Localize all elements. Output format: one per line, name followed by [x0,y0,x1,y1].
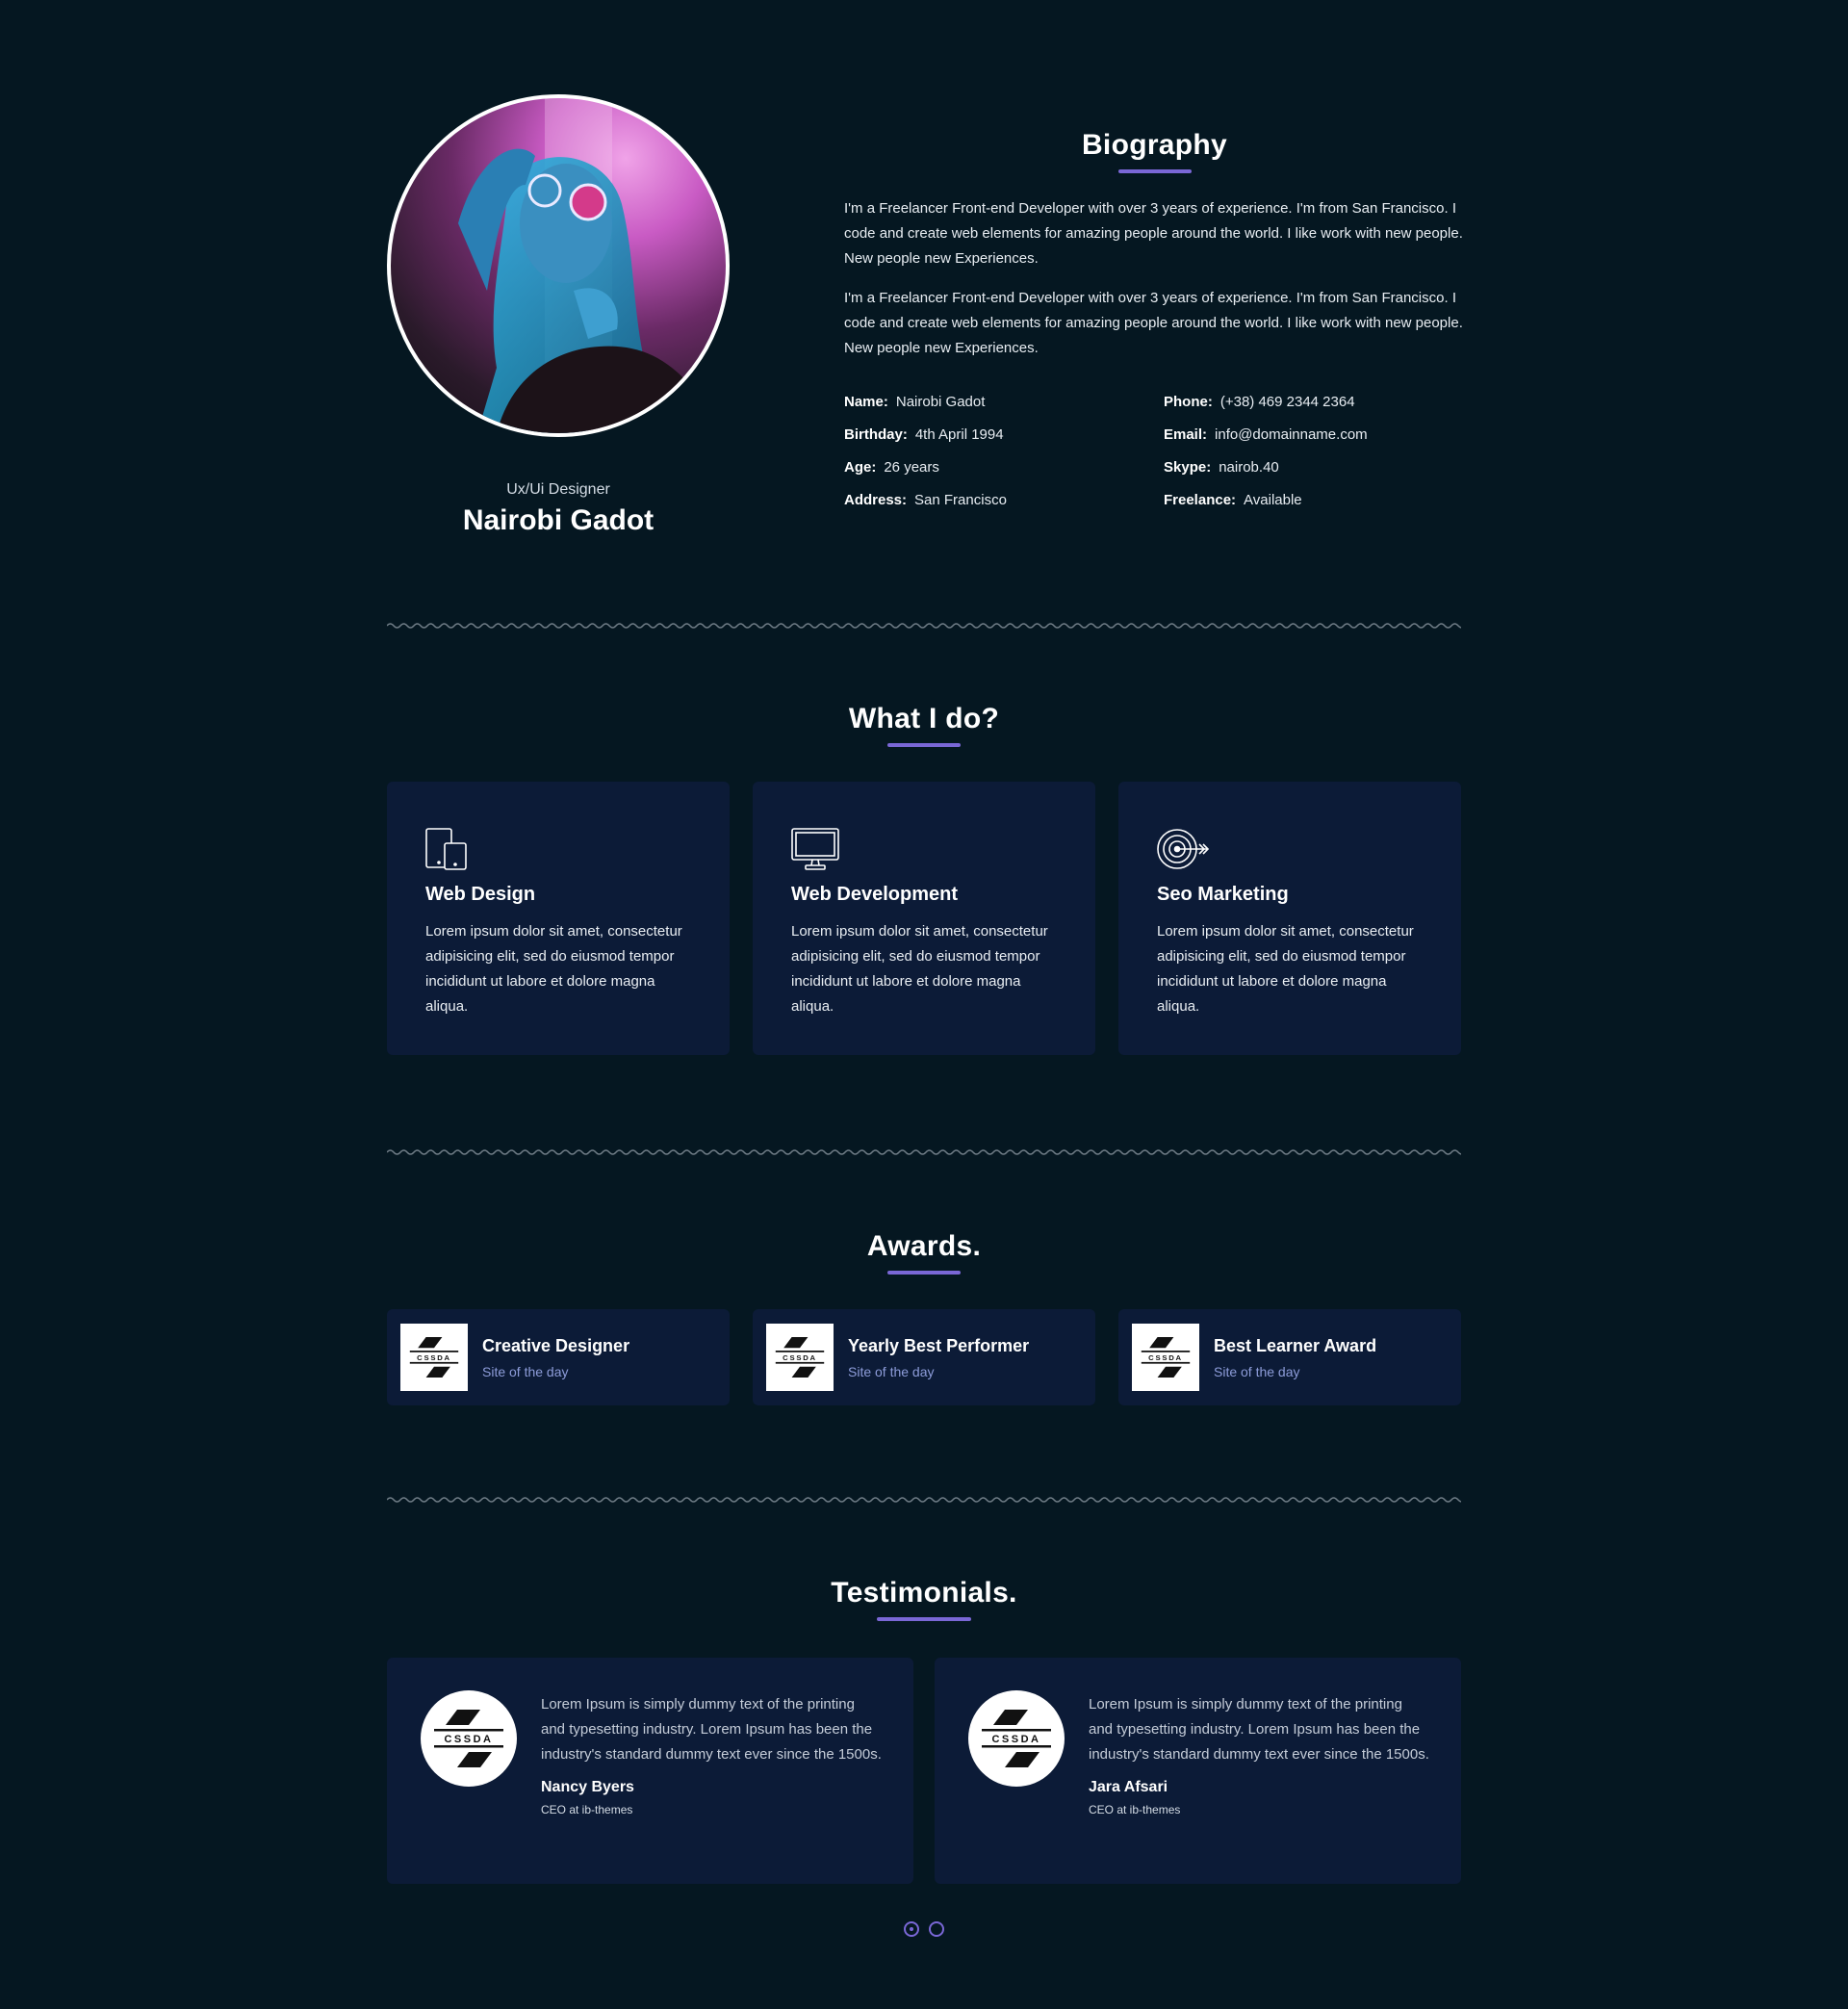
service-title: Seo Marketing [1157,884,1289,905]
svg-text:CSSDA: CSSDA [991,1734,1040,1745]
award-title: Yearly Best Performer [848,1335,1030,1355]
service-title: Web Design [425,884,536,905]
about-section: Ux/Ui Designer Nairobi Gadot Biography I… [387,94,1463,547]
award-card: CSSDA Best Learner Award Site of the day [1118,1309,1461,1405]
info-label: Birthday: [844,426,908,443]
award-subtitle: Site of the day [848,1363,935,1379]
testimonial-quote: Lorem Ipsum is simply dummy text of the … [1089,1696,1429,1763]
service-description: Lorem ipsum dolor sit amet, consectetur … [1157,923,1414,1015]
services-title: What I do? [848,703,1000,734]
testimonial-quote: Lorem Ipsum is simply dummy text of the … [541,1696,882,1763]
service-card-web-development: Web Development Lorem ipsum dolor sit am… [753,782,1095,1055]
awards-section: Awards. CSSDA Creative Designer Site of … [387,1230,1461,1405]
wave-divider [387,1497,1461,1503]
profile-photo [387,94,730,437]
carousel-dot-1[interactable] [904,1921,919,1937]
cssda-logo: CSSDA [421,1690,517,1787]
title-underline [887,743,961,747]
svg-text:CSSDA: CSSDA [417,1353,451,1362]
svg-text:CSSDA: CSSDA [444,1734,493,1745]
svg-text:CSSDA: CSSDA [783,1353,817,1362]
cssda-logo: CSSDA [968,1690,1065,1787]
title-underline [1117,169,1192,173]
profile-role: Ux/Ui Designer [506,481,610,498]
info-label: Skype: [1164,459,1212,476]
info-value: 4th April 1994 [914,426,1004,443]
info-value: nairob.40 [1219,459,1279,476]
info-label: Freelance: [1164,492,1237,508]
info-label: Phone: [1164,394,1213,410]
info-freelance: Freelance: Available [1164,492,1462,509]
awards-title: Awards. [866,1230,982,1262]
award-subtitle: Site of the day [482,1363,569,1379]
service-card-seo-marketing: Seo Marketing Lorem ipsum dolor sit amet… [1118,782,1461,1055]
info-value: San Francisco [914,492,1007,508]
info-label: Name: [844,394,888,410]
service-title: Web Development [791,884,958,905]
info-value: 26 years [884,459,939,476]
award-subtitle: Site of the day [1214,1363,1300,1379]
service-card-web-design: Web Design Lorem ipsum dolor sit amet, c… [387,782,730,1055]
carousel-dot-2[interactable] [929,1921,944,1937]
cssda-logo: CSSDA [400,1324,468,1391]
profile-name: Nairobi Gadot [462,504,654,536]
testimonial-card: CSSDA Lorem Ipsum is simply dummy text o… [387,1658,913,1884]
title-underline [887,1271,961,1275]
monitor-icon [791,828,1059,870]
info-value: (+38) 469 2344 2364 [1219,394,1355,410]
service-description: Lorem ipsum dolor sit amet, consectetur … [425,923,682,1015]
info-phone: Phone: (+38) 469 2344 2364 [1164,394,1462,411]
devices-icon [425,828,693,870]
info-label: Address: [844,492,908,508]
award-card: CSSDA Yearly Best Performer Site of the … [753,1309,1095,1405]
services-section: What I do? Web Design Lorem ipsum dolor … [387,703,1461,1055]
cssda-logo: CSSDA [1132,1324,1199,1391]
testimonial-card: CSSDA Lorem Ipsum is simply dummy text o… [935,1658,1461,1884]
carousel-pagination [0,1921,1848,1937]
cssda-logo: CSSDA [766,1324,834,1391]
service-description: Lorem ipsum dolor sit amet, consectetur … [791,923,1048,1015]
wave-divider [387,623,1461,629]
award-card: CSSDA Creative Designer Site of the day [387,1309,730,1405]
testimonials-title: Testimonials. [831,1577,1017,1609]
wave-divider [387,1149,1461,1155]
info-value: Nairobi Gadot [895,394,986,410]
target-icon [1157,828,1424,870]
testimonial-author: Nancy Byers [541,1779,634,1795]
info-label: Age: [844,459,877,476]
biography-text: I'm a Freelancer Front-end Developer wit… [844,196,1465,361]
personal-info: Name: Nairobi Gadot Phone: (+38) 469 2344 … [844,394,1465,509]
info-address: Address: San Francisco [844,492,1164,509]
award-title: Creative Designer [482,1335,630,1355]
info-label: Email: [1164,426,1208,443]
info-skype: Skype: nairob.40 [1164,459,1462,476]
info-age: Age: 26 years [844,459,1164,476]
info-value: Available [1244,492,1302,508]
testimonial-author-role: CEO at ib-themes [1089,1803,1181,1816]
testimonial-author: Jara Afsari [1089,1779,1168,1795]
testimonial-carousel: CSSDA Lorem Ipsum is simply dummy text o… [387,1658,1461,1884]
info-name: Name: Nairobi Gadot [844,394,1164,411]
biography-title: Biography [1081,129,1228,161]
biography-paragraph: I'm a Freelancer Front-end Developer wit… [844,200,1463,267]
title-underline [877,1617,971,1621]
biography: Biography I'm a Freelancer Front-end Dev… [844,94,1465,509]
profile-card: Ux/Ui Designer Nairobi Gadot [387,94,730,537]
info-email: Email: info@domainname.com [1164,426,1462,444]
testimonial-author-role: CEO at ib-themes [541,1803,633,1816]
info-value[interactable]: info@domainname.com [1215,426,1368,443]
biography-paragraph: I'm a Freelancer Front-end Developer wit… [844,290,1463,356]
svg-text:CSSDA: CSSDA [1148,1353,1183,1362]
info-birthday: Birthday: 4th April 1994 [844,426,1164,444]
testimonials-section: Testimonials. CSSDA Lorem Ipsum is simpl… [387,1577,1461,1884]
award-title: Best Learner Award [1214,1335,1377,1355]
